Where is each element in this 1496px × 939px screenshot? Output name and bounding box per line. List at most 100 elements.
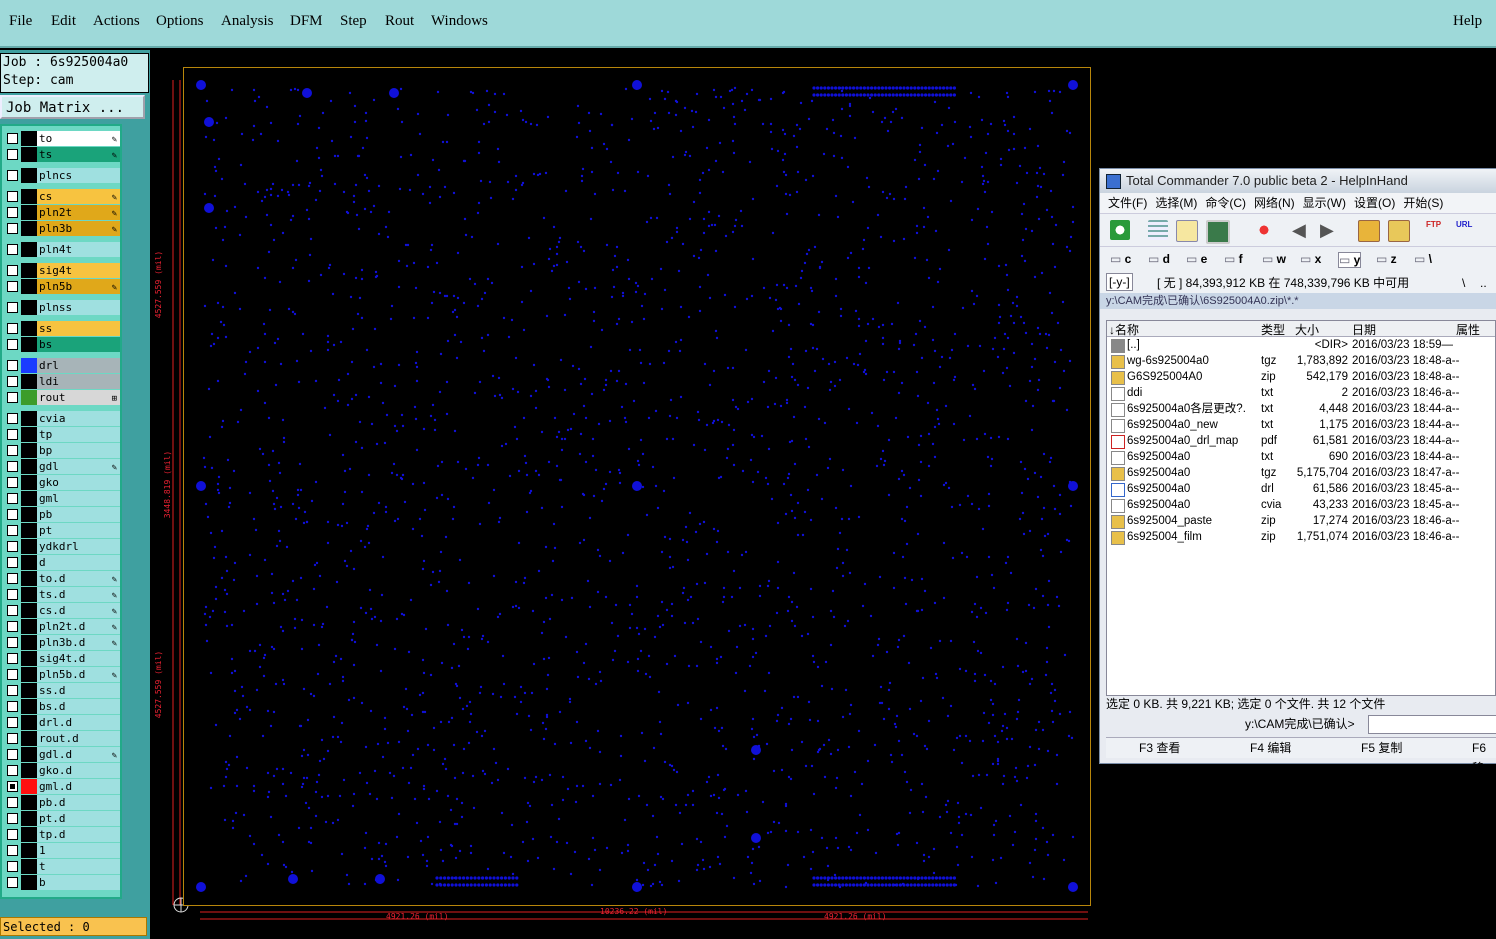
layer-color-swatch[interactable] (21, 587, 37, 602)
tc-menu-item[interactable]: 显示(W) (1303, 196, 1346, 210)
layer-name[interactable]: bs.d (37, 699, 120, 714)
layer-name[interactable]: pln3b.d ✎ (37, 635, 120, 650)
layer-row[interactable]: plncs (4, 168, 120, 183)
layer-row[interactable]: pln4t (4, 242, 120, 257)
file-row[interactable]: 6s925004a0_new txt 1,175 2016/03/23 18:44-a… (1107, 417, 1495, 433)
fkey-button[interactable]: F5 复制 (1361, 738, 1402, 758)
layer-checkbox[interactable] (7, 509, 18, 520)
layer-color-swatch[interactable] (21, 779, 37, 794)
layer-row[interactable]: gml (4, 491, 120, 506)
back-arrow-icon[interactable]: ◀ (1292, 220, 1312, 240)
layer-name[interactable]: to.d ✎ (37, 571, 120, 586)
pack-icon[interactable] (1358, 220, 1380, 242)
layer-row[interactable]: sig4t.d (4, 651, 120, 666)
drive-button[interactable]: ▭ z (1376, 252, 1397, 266)
layer-name[interactable]: pln2t.d ✎ (37, 619, 120, 634)
layer-name[interactable]: gko (37, 475, 120, 490)
layer-color-swatch[interactable] (21, 358, 37, 373)
drive-button[interactable]: ▭ \ (1414, 252, 1432, 266)
layer-name[interactable]: b (37, 875, 120, 890)
file-row[interactable]: 6s925004a0 tgz 5,175,704 2016/03/23 18:47-a… (1107, 465, 1495, 481)
layer-checkbox[interactable] (7, 589, 18, 600)
col-type[interactable]: 类型 (1261, 321, 1285, 338)
layer-name[interactable]: bp (37, 443, 120, 458)
layer-checkbox[interactable] (7, 605, 18, 616)
layer-row[interactable]: cs ✎ (4, 189, 120, 204)
fkey-button[interactable]: F6 移 (1472, 738, 1496, 778)
layer-color-swatch[interactable] (21, 875, 37, 890)
tree-view-icon[interactable] (1176, 220, 1198, 242)
layer-checkbox[interactable] (7, 749, 18, 760)
layer-color-swatch[interactable] (21, 747, 37, 762)
layer-checkbox[interactable] (7, 429, 18, 440)
layer-row[interactable]: gdl ✎ (4, 459, 120, 474)
drive-button[interactable]: ▭ f (1224, 252, 1243, 266)
layer-checkbox[interactable] (7, 653, 18, 664)
layer-color-swatch[interactable] (21, 539, 37, 554)
layer-name[interactable]: to ✎ (37, 131, 120, 146)
layer-checkbox[interactable] (7, 339, 18, 350)
parent-button[interactable]: .. (1480, 273, 1487, 293)
layer-checkbox[interactable] (7, 541, 18, 552)
layer-name[interactable]: plncs (37, 168, 120, 183)
col-name[interactable]: ↓名称 (1109, 321, 1139, 338)
layer-row[interactable]: tp.d (4, 827, 120, 842)
col-size[interactable]: 大小 (1295, 321, 1319, 338)
layer-checkbox[interactable] (7, 149, 18, 160)
layer-row[interactable]: pln2t.d ✎ (4, 619, 120, 634)
layer-name[interactable]: ts.d ✎ (37, 587, 120, 602)
layer-name[interactable]: rout.d (37, 731, 120, 746)
layer-checkbox[interactable] (7, 244, 18, 255)
layer-name[interactable]: drl.d (37, 715, 120, 730)
layer-name[interactable]: ldi (37, 374, 120, 389)
layer-checkbox[interactable] (7, 207, 18, 218)
file-row[interactable]: 6s925004_film zip 1,751,074 2016/03/23 18:4… (1107, 529, 1495, 545)
layer-name[interactable]: cs.d ✎ (37, 603, 120, 618)
tc-current-path[interactable]: y:\CAM完成\已确认\6S925004A0.zip\*.* (1100, 293, 1496, 309)
layer-color-swatch[interactable] (21, 263, 37, 278)
menu-help[interactable]: Help (1453, 13, 1482, 30)
file-row[interactable]: 6s925004a0 cvia 43,233 2016/03/23 18:45-a-- (1107, 497, 1495, 513)
layer-checkbox[interactable] (7, 861, 18, 872)
layer-name[interactable]: rout ⊞ (37, 390, 120, 405)
drive-button[interactable]: ▭ x (1300, 252, 1321, 266)
layer-checkbox[interactable] (7, 733, 18, 744)
layer-name[interactable]: tp (37, 427, 120, 442)
select-icon[interactable] (1254, 220, 1274, 240)
file-row[interactable]: 6s925004_paste zip 17,274 2016/03/23 18:46-… (1107, 513, 1495, 529)
layer-checkbox[interactable] (7, 413, 18, 424)
layer-color-swatch[interactable] (21, 459, 37, 474)
layer-color-swatch[interactable] (21, 443, 37, 458)
menu-actions[interactable]: Actions (93, 13, 140, 30)
layer-color-swatch[interactable] (21, 523, 37, 538)
layer-checkbox[interactable] (7, 461, 18, 472)
layer-name[interactable]: tp.d (37, 827, 120, 842)
drive-button[interactable]: ▭ y (1338, 252, 1362, 268)
file-row[interactable]: ddi txt 2 2016/03/23 18:46-a-- (1107, 385, 1495, 401)
layer-checkbox[interactable] (7, 392, 18, 403)
layer-row[interactable]: bs (4, 337, 120, 352)
total-commander-window[interactable]: Total Commander 7.0 public beta 2 - Help… (1099, 168, 1496, 775)
layer-row[interactable]: ydkdrl (4, 539, 120, 554)
layer-color-swatch[interactable] (21, 147, 37, 162)
layer-checkbox[interactable] (7, 323, 18, 334)
menu-analysis[interactable]: Analysis (221, 13, 274, 30)
layer-name[interactable]: pln4t (37, 242, 120, 257)
layer-checkbox[interactable] (7, 191, 18, 202)
brief-view-icon[interactable] (1148, 220, 1168, 240)
layer-name[interactable]: ydkdrl (37, 539, 120, 554)
layer-checkbox[interactable] (7, 685, 18, 696)
layer-row[interactable]: b (4, 875, 120, 890)
layer-checkbox[interactable] (7, 281, 18, 292)
layer-color-swatch[interactable] (21, 374, 37, 389)
file-row[interactable]: G6S925004A0 zip 542,179 2016/03/23 18:48-a-… (1107, 369, 1495, 385)
drive-button[interactable]: ▭ w (1262, 252, 1286, 266)
tc-title-bar[interactable]: Total Commander 7.0 public beta 2 - Help… (1100, 169, 1496, 193)
layer-row[interactable]: gko.d (4, 763, 120, 778)
file-row[interactable]: 6s925004a0 drl 61,586 2016/03/23 18:45-a-- (1107, 481, 1495, 497)
layer-checkbox[interactable] (7, 813, 18, 824)
layer-row[interactable]: gml.d (4, 779, 120, 794)
layer-row[interactable]: drl.d (4, 715, 120, 730)
layer-color-swatch[interactable] (21, 667, 37, 682)
layer-name[interactable]: ss (37, 321, 120, 336)
